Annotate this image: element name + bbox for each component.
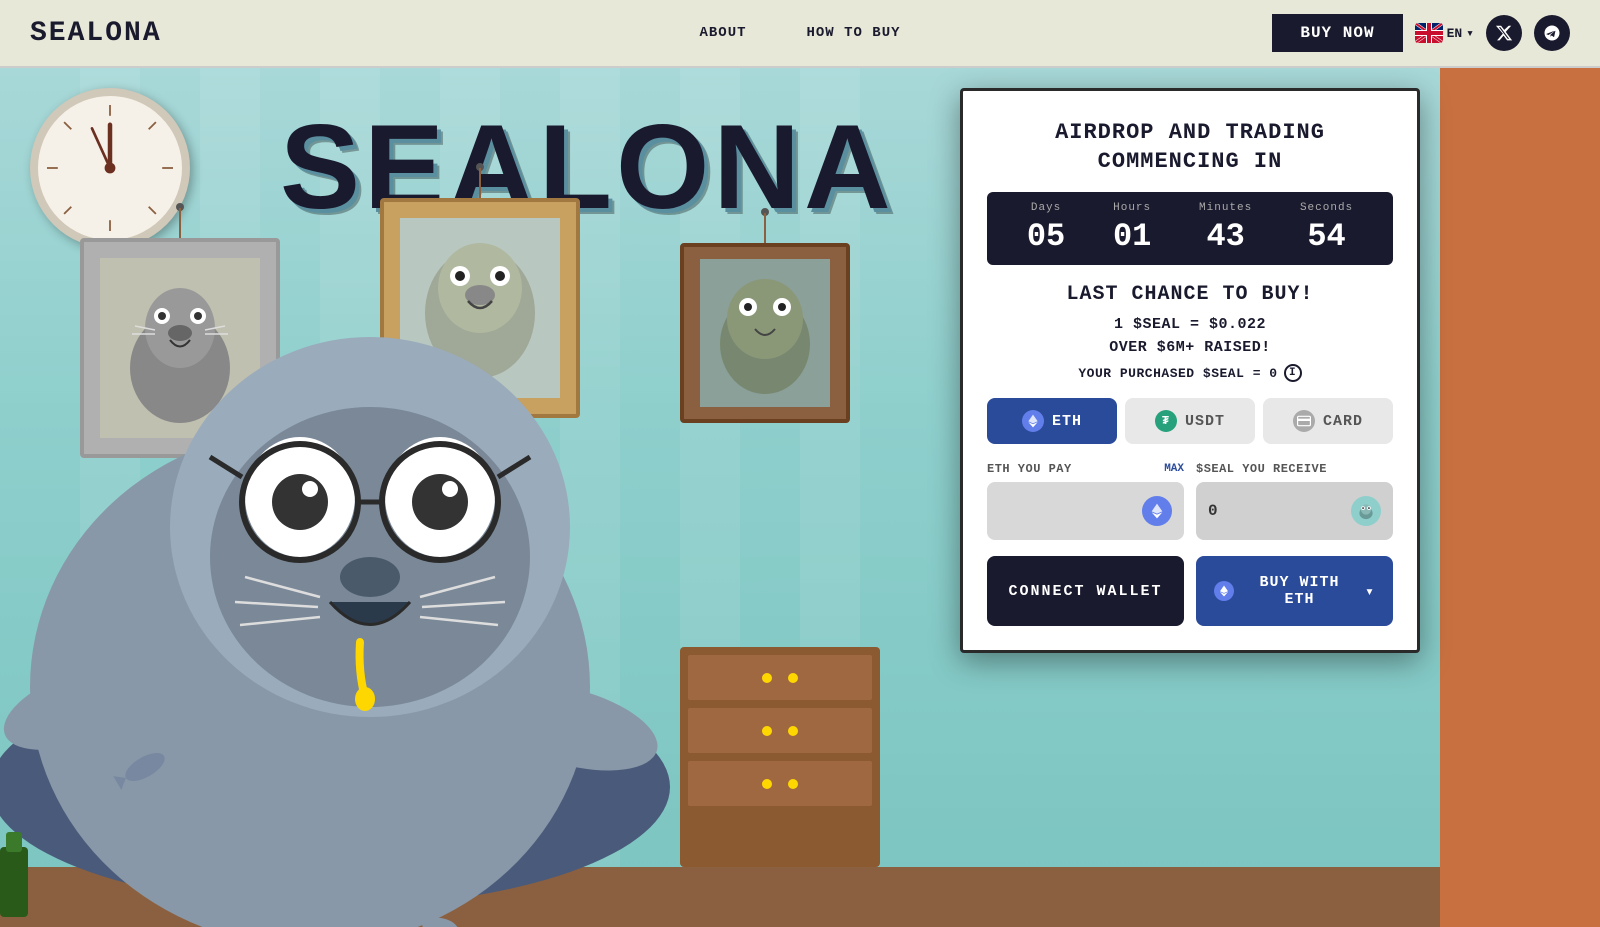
hours-value: 01 <box>1113 218 1151 255</box>
chevron-down-icon: ▾ <box>1466 26 1474 41</box>
twitter-icon[interactable] <box>1486 15 1522 51</box>
buy-with-eth-button[interactable]: BUY WITH ETH ▾ <box>1196 556 1393 626</box>
tab-eth[interactable]: ETH <box>987 398 1117 444</box>
purchased-text: YOUR PURCHASED $SEAL = 0 i <box>987 364 1393 382</box>
eth-pay-label: ETH you pay <box>987 462 1072 476</box>
widget-title: AIRDROP AND TRADING COMMENCING IN <box>987 119 1393 176</box>
eth-input-field[interactable] <box>987 482 1184 540</box>
eth-input-group: ETH you pay Max <box>987 462 1184 540</box>
logo: SEALoNA <box>30 18 162 49</box>
days-value: 05 <box>1027 218 1065 255</box>
connect-wallet-button[interactable]: CONNECT WALLET <box>987 556 1184 626</box>
action-buttons: CONNECT WALLET BUY WITH ETH ▾ <box>987 556 1393 626</box>
countdown-hours: Hours 01 <box>1113 202 1151 255</box>
dresser-knob <box>788 779 798 789</box>
eth-token-circle <box>1142 496 1172 526</box>
nav-right: BUY Now EN ▾ <box>1272 14 1570 52</box>
buy-eth-icon <box>1214 581 1234 601</box>
seconds-label: Seconds <box>1300 202 1353 214</box>
hours-label: Hours <box>1113 202 1151 214</box>
nav-links: About How To Buy <box>699 25 900 41</box>
purchased-label: YOUR PURCHASED $SEAL = 0 <box>1078 366 1277 381</box>
countdown-days: Days 05 <box>1027 202 1065 255</box>
payment-tabs: ETH ₮ USDT CARD <box>987 398 1393 444</box>
seal-input-value: 0 <box>1208 502 1218 520</box>
eth-input-inner <box>999 496 1172 526</box>
seal-token-circle <box>1351 496 1381 526</box>
main-scene: SEALoNA <box>0 68 1600 927</box>
countdown-seconds: Seconds 54 <box>1300 202 1353 255</box>
seal-input-inner: 0 <box>1208 496 1381 526</box>
inputs-row: ETH you pay Max <box>987 462 1393 540</box>
telegram-icon[interactable] <box>1534 15 1570 51</box>
raised-text: OVER $6M+ RAISED! <box>987 339 1393 356</box>
card-tab-label: CARD <box>1323 413 1363 430</box>
seal-receive-label: $SEAL you receive <box>1196 462 1327 476</box>
usdt-icon: ₮ <box>1155 410 1177 432</box>
widget-title-line1: AIRDROP AND TRADING <box>987 119 1393 148</box>
countdown-minutes: Minutes 43 <box>1199 202 1252 255</box>
minutes-value: 43 <box>1199 218 1252 255</box>
eth-label-row: ETH you pay Max <box>987 462 1184 476</box>
dresser-knob <box>788 673 798 683</box>
right-panel <box>1440 68 1600 927</box>
minutes-label: Minutes <box>1199 202 1252 214</box>
seal-input-group: $SEAL you receive 0 <box>1196 462 1393 540</box>
price-text: 1 $SEAL = $0.022 <box>987 316 1393 333</box>
last-chance-text: LAST CHANCE TO BUY! <box>987 283 1393 306</box>
language-button[interactable]: EN ▾ <box>1415 23 1474 43</box>
widget-card: AIRDROP AND TRADING COMMENCING IN Days 0… <box>960 88 1420 653</box>
navbar: SEALoNA About How To Buy BUY Now <box>0 0 1600 68</box>
buy-now-button[interactable]: BUY Now <box>1272 14 1402 52</box>
nav-how-to-buy[interactable]: How To Buy <box>807 25 901 41</box>
countdown-timer: Days 05 Hours 01 Minutes 43 Seconds 54 <box>987 192 1393 265</box>
max-button[interactable]: Max <box>1164 463 1184 475</box>
string-2 <box>479 168 481 198</box>
tab-card[interactable]: CARD <box>1263 398 1393 444</box>
buy-eth-label: BUY WITH ETH <box>1242 574 1357 608</box>
eth-icon <box>1022 410 1044 432</box>
tab-usdt[interactable]: ₮ USDT <box>1125 398 1255 444</box>
lang-label: EN <box>1447 26 1463 41</box>
nav-about[interactable]: About <box>699 25 746 41</box>
seconds-value: 54 <box>1300 218 1353 255</box>
dresser-knob <box>788 726 798 736</box>
card-icon <box>1293 410 1315 432</box>
chevron-down-icon: ▾ <box>1365 582 1375 601</box>
seal-label-row: $SEAL you receive <box>1196 462 1393 476</box>
seal-character <box>0 207 770 927</box>
days-label: Days <box>1027 202 1065 214</box>
usdt-tab-label: USDT <box>1185 413 1225 430</box>
eth-tab-label: ETH <box>1052 413 1082 430</box>
seal-input-field: 0 <box>1196 482 1393 540</box>
info-icon[interactable]: i <box>1284 364 1302 382</box>
widget-title-line2: COMMENCING IN <box>987 148 1393 177</box>
flag-icon <box>1415 23 1443 43</box>
